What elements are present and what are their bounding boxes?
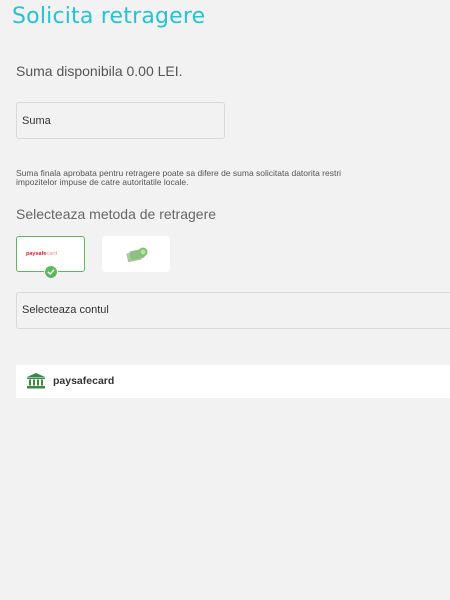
method-cash-button[interactable] bbox=[102, 236, 170, 272]
available-balance-text: Suma disponibila 0.00 LEI. bbox=[16, 63, 183, 79]
account-item-label: paysafecard bbox=[53, 375, 115, 387]
method-heading: Selecteaza metoda de retragere bbox=[16, 206, 217, 222]
disclaimer-line-2: impozitelor impuse de catre autoritatile… bbox=[16, 177, 189, 187]
disclaimer-text: Suma finala aprobata pentru retragere po… bbox=[16, 169, 450, 187]
paysafecard-logo-icon: paysafecard bbox=[26, 251, 57, 257]
method-paysafecard-button[interactable]: paysafecard bbox=[16, 236, 85, 279]
amount-input[interactable] bbox=[16, 102, 225, 139]
bank-icon bbox=[26, 373, 46, 394]
paysafe-logo-bold: paysafe bbox=[26, 251, 47, 257]
page-title: Solicita retragere bbox=[12, 4, 206, 29]
account-select[interactable]: Selecteaza contul bbox=[16, 292, 450, 329]
cash-icon bbox=[125, 246, 151, 269]
paysafe-logo-light: card bbox=[46, 251, 58, 257]
selected-check-icon bbox=[44, 265, 58, 279]
account-list-item-paysafecard[interactable]: paysafecard bbox=[16, 365, 450, 398]
